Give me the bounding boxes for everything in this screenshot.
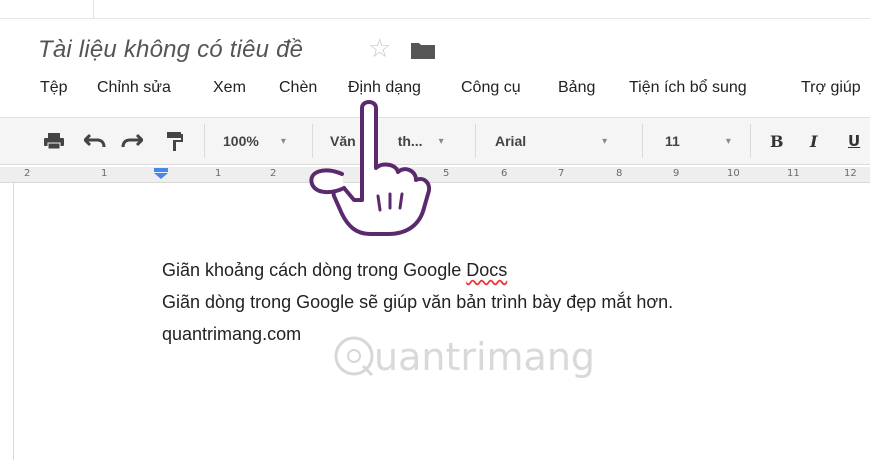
- ruler-label: 8: [616, 168, 623, 179]
- ruler-label: 11: [787, 168, 800, 179]
- body-text: Giãn khoảng cách dòng trong Google: [162, 260, 467, 280]
- menu-table[interactable]: Bảng: [558, 79, 595, 97]
- toolbar-separator: [475, 124, 476, 158]
- chevron-down-icon: ▾: [725, 135, 731, 147]
- tab-divider: [93, 0, 94, 18]
- menu-edit[interactable]: Chỉnh sửa: [97, 79, 171, 97]
- toolbar: 100% ▾ Văn th... ▾ Arial ▾ 11 ▾ B I U: [0, 117, 870, 165]
- toolbar-separator: [204, 124, 205, 158]
- ruler-label: 7: [558, 168, 565, 179]
- body-line-3[interactable]: quantrimang.com: [162, 324, 301, 345]
- ruler-label: 10: [727, 168, 740, 179]
- undo-icon[interactable]: [84, 118, 106, 164]
- indent-marker-icon[interactable]: [152, 168, 170, 183]
- ruler-label: 5: [443, 168, 450, 179]
- body-line-1[interactable]: Giãn khoảng cách dòng trong Google Docs: [162, 260, 507, 281]
- ruler-label: 2: [24, 168, 31, 179]
- menu-tools[interactable]: Công cụ: [461, 79, 521, 97]
- ruler-label: 12: [844, 168, 857, 179]
- ruler-label: 1: [215, 168, 222, 179]
- paint-format-icon[interactable]: [165, 118, 185, 164]
- ruler-label: 1: [101, 168, 108, 179]
- ruler[interactable]: 2 1 1 2 5 6 7 8 9 10 11 12: [0, 167, 870, 183]
- ruler-label: 6: [501, 168, 508, 179]
- ruler-label: 9: [673, 168, 680, 179]
- redo-icon[interactable]: [121, 118, 143, 164]
- chevron-down-icon: ▾: [280, 135, 286, 147]
- menu-format[interactable]: Định dạng: [348, 79, 421, 97]
- page-border: [13, 183, 14, 460]
- zoom-select[interactable]: 100% ▾: [223, 118, 286, 164]
- zoom-value: 100%: [223, 133, 259, 149]
- italic-button[interactable]: I: [810, 118, 817, 164]
- menu-insert[interactable]: Chèn: [279, 79, 317, 97]
- menu-file[interactable]: Tệp: [40, 79, 68, 97]
- hand-pointer-icon: [304, 96, 434, 243]
- font-size-value: 11: [665, 133, 680, 149]
- font-select[interactable]: Arial ▾: [495, 118, 607, 164]
- italic-label: I: [810, 131, 818, 151]
- browser-top-strip: [0, 0, 870, 19]
- watermark-logo: uantrimang: [330, 332, 630, 389]
- folder-icon[interactable]: [410, 40, 436, 65]
- star-icon[interactable]: ☆: [368, 34, 391, 64]
- font-size-select[interactable]: 11 ▾: [665, 118, 731, 164]
- toolbar-separator: [750, 124, 751, 158]
- chevron-down-icon: ▾: [602, 135, 608, 147]
- document-title[interactable]: Tài liệu không có tiêu đề: [38, 36, 303, 64]
- font-value: Arial: [495, 133, 527, 149]
- misspelled-word[interactable]: Docs: [466, 260, 507, 280]
- underline-label: U: [848, 132, 861, 150]
- menu-help[interactable]: Trợ giúp: [801, 79, 861, 97]
- document-page[interactable]: [0, 183, 870, 460]
- underline-button[interactable]: U: [848, 118, 860, 164]
- chevron-down-icon: ▾: [438, 135, 444, 147]
- body-line-2[interactable]: Giãn dòng trong Google sẽ giúp văn bản t…: [162, 292, 673, 313]
- bold-button[interactable]: B: [770, 118, 784, 164]
- bold-label: B: [770, 131, 784, 151]
- watermark-text: uantrimang: [374, 335, 595, 379]
- menu-addons[interactable]: Tiện ích bổ sung: [629, 79, 747, 97]
- ruler-label: 2: [270, 168, 277, 179]
- menu-view[interactable]: Xem: [213, 79, 246, 97]
- toolbar-separator: [642, 124, 643, 158]
- print-icon[interactable]: [43, 118, 65, 164]
